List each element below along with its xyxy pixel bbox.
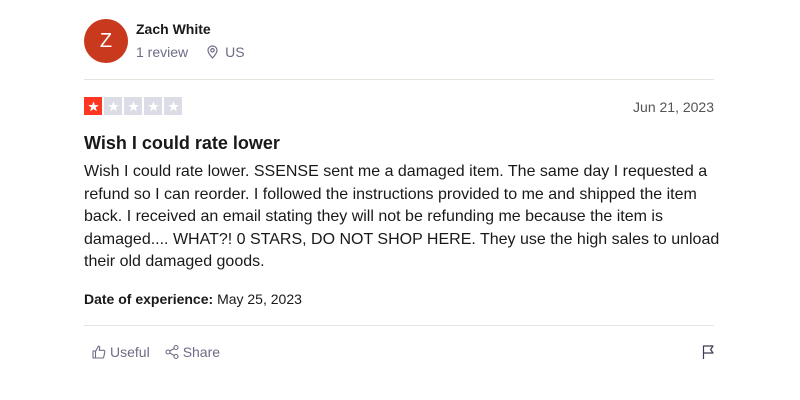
star-icon xyxy=(107,100,119,111)
star-empty xyxy=(104,97,122,115)
flag-icon xyxy=(702,345,714,359)
share-button[interactable]: Share xyxy=(157,342,227,362)
avatar[interactable]: Z xyxy=(84,19,128,63)
reviewer-name[interactable]: Zach White xyxy=(136,20,245,38)
location-pin-icon xyxy=(207,44,218,59)
star-rating xyxy=(84,97,184,115)
star-empty xyxy=(124,97,142,115)
reviewer-meta: 1 review US xyxy=(136,43,245,61)
star-empty xyxy=(164,97,182,115)
review-title[interactable]: Wish I could rate lower xyxy=(84,132,280,154)
reviewer-header: Z Zach White 1 review US xyxy=(84,19,245,63)
report-button[interactable] xyxy=(700,344,716,360)
star-icon xyxy=(147,100,159,111)
share-icon xyxy=(165,344,179,360)
review-count: 1 review xyxy=(136,43,189,60)
star-empty xyxy=(144,97,162,115)
review-date: Jun 21, 2023 xyxy=(633,99,714,115)
review-card: Z Zach White 1 review US Jun 21, 2023 Wi… xyxy=(0,0,800,400)
experience-label: Date of experience: xyxy=(84,291,214,307)
review-actions: Useful Share xyxy=(84,340,716,364)
reviewer-info: Zach White 1 review US xyxy=(136,20,245,61)
star-filled xyxy=(84,97,102,115)
date-of-experience: Date of experience: May 25, 2023 xyxy=(84,290,302,308)
share-label: Share xyxy=(182,344,221,360)
experience-date: May 25, 2023 xyxy=(217,291,302,307)
reviewer-location: US xyxy=(206,43,245,61)
star-icon xyxy=(87,100,99,111)
thumbs-up-icon xyxy=(92,345,106,359)
divider xyxy=(84,325,714,326)
review-body: Wish I could rate lower. SSENSE sent me … xyxy=(84,163,720,270)
star-icon xyxy=(127,100,139,111)
star-icon xyxy=(167,100,179,111)
location-label: US xyxy=(225,43,245,60)
useful-button[interactable]: Useful xyxy=(84,342,157,362)
divider xyxy=(84,79,714,80)
useful-label: Useful xyxy=(110,344,150,360)
